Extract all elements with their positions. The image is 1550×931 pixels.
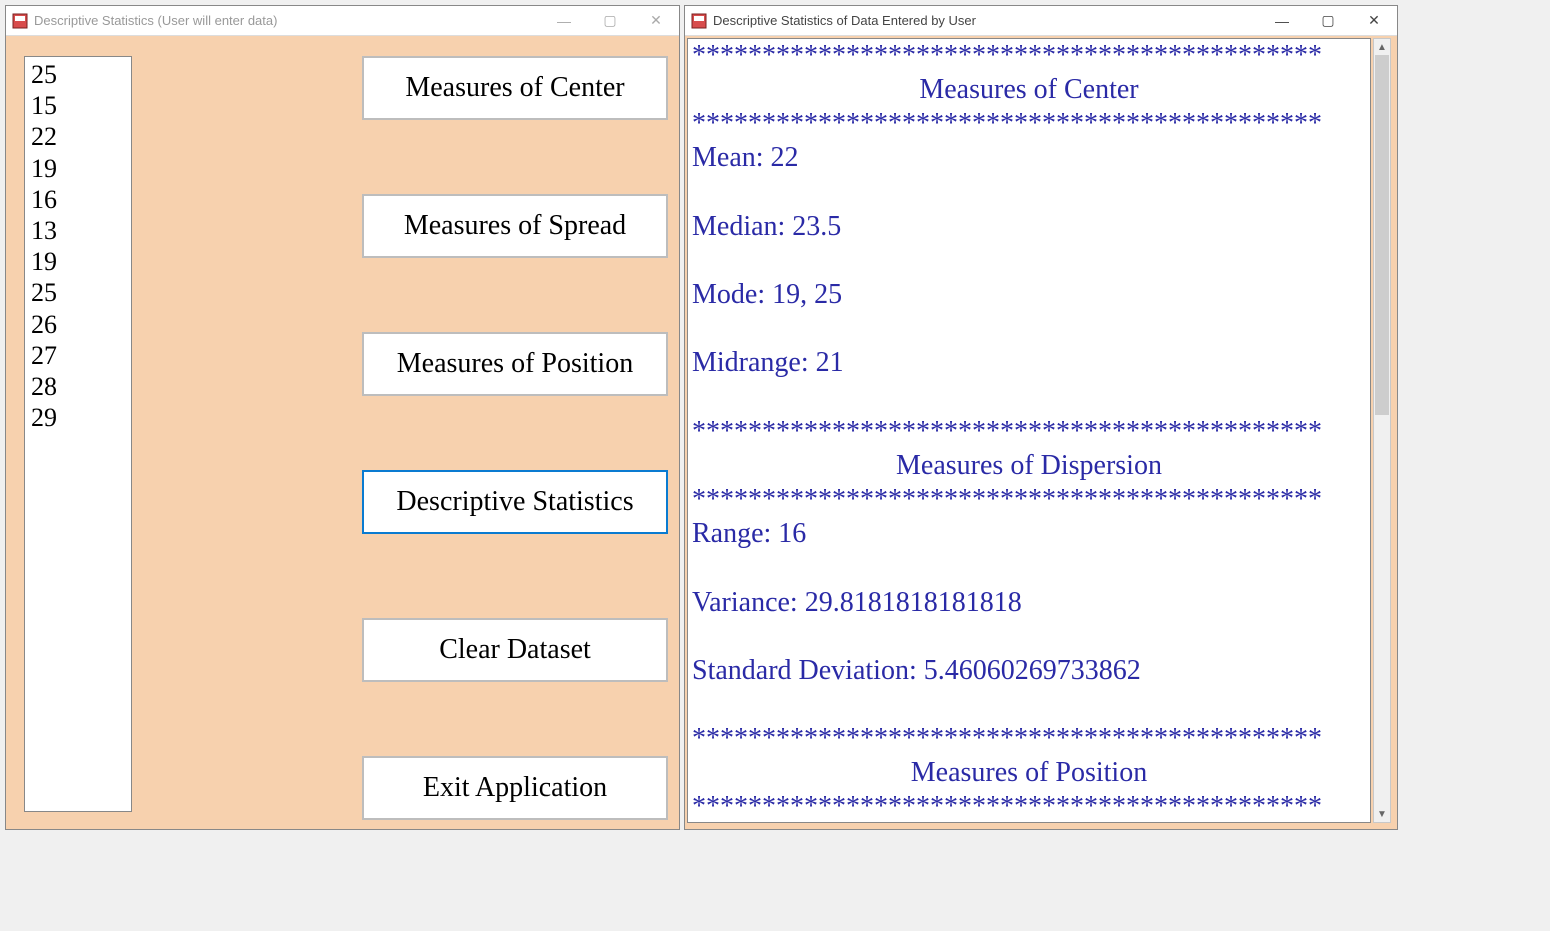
stat-range: Range: 16 [692,518,806,549]
stat-midrange: Midrange: 21 [692,347,844,378]
output-textarea[interactable]: ****************************************… [687,38,1371,823]
window-body: ****************************************… [685,36,1397,829]
stat-stddev: Standard Deviation: 5.46060269733862 [692,655,1141,686]
stat-variance: Variance: 29.8181818181818 [692,587,1022,618]
minimize-button[interactable]: — [541,6,587,35]
measures-of-spread-button[interactable]: Measures of Spread [362,194,668,258]
separator: ****************************************… [692,416,1322,447]
app-icon [12,13,28,29]
data-input[interactable]: 25 15 22 19 16 13 19 25 26 27 28 29 [24,56,132,812]
output-window: Descriptive Statistics of Data Entered b… [684,5,1398,830]
input-window: Descriptive Statistics (User will enter … [5,5,680,830]
window-title: Descriptive Statistics of Data Entered b… [713,13,976,28]
titlebar[interactable]: Descriptive Statistics of Data Entered b… [685,6,1397,36]
measures-of-position-button[interactable]: Measures of Position [362,332,668,396]
window-title: Descriptive Statistics (User will enter … [34,13,277,28]
separator: ****************************************… [692,40,1322,71]
section-heading: Measures of Dispersion [692,449,1366,483]
descriptive-statistics-button[interactable]: Descriptive Statistics [362,470,668,534]
titlebar[interactable]: Descriptive Statistics (User will enter … [6,6,679,36]
scroll-up-arrow-icon[interactable]: ▲ [1374,39,1390,55]
app-icon [691,13,707,29]
stat-mode: Mode: 19, 25 [692,279,842,310]
stat-mean: Mean: 22 [692,142,799,173]
separator: ****************************************… [692,791,1322,822]
scroll-down-arrow-icon[interactable]: ▼ [1374,806,1390,822]
vertical-scrollbar[interactable]: ▲ ▼ [1373,38,1391,823]
stat-median: Median: 23.5 [692,211,841,242]
close-button[interactable]: ✕ [1351,6,1397,35]
window-body: 25 15 22 19 16 13 19 25 26 27 28 29 Meas… [6,36,679,829]
section-heading: Measures of Position [692,756,1366,790]
close-button[interactable]: ✕ [633,6,679,35]
window-controls: — ▢ ✕ [1259,6,1397,35]
scrollbar-thumb[interactable] [1375,55,1389,415]
clear-dataset-button[interactable]: Clear Dataset [362,618,668,682]
maximize-button[interactable]: ▢ [587,6,633,35]
section-heading: Measures of Center [692,73,1366,107]
separator: ****************************************… [692,484,1322,515]
separator: ****************************************… [692,108,1322,139]
measures-of-center-button[interactable]: Measures of Center [362,56,668,120]
window-controls: — ▢ ✕ [541,6,679,35]
minimize-button[interactable]: — [1259,6,1305,35]
maximize-button[interactable]: ▢ [1305,6,1351,35]
exit-application-button[interactable]: Exit Application [362,756,668,820]
separator: ****************************************… [692,723,1322,754]
